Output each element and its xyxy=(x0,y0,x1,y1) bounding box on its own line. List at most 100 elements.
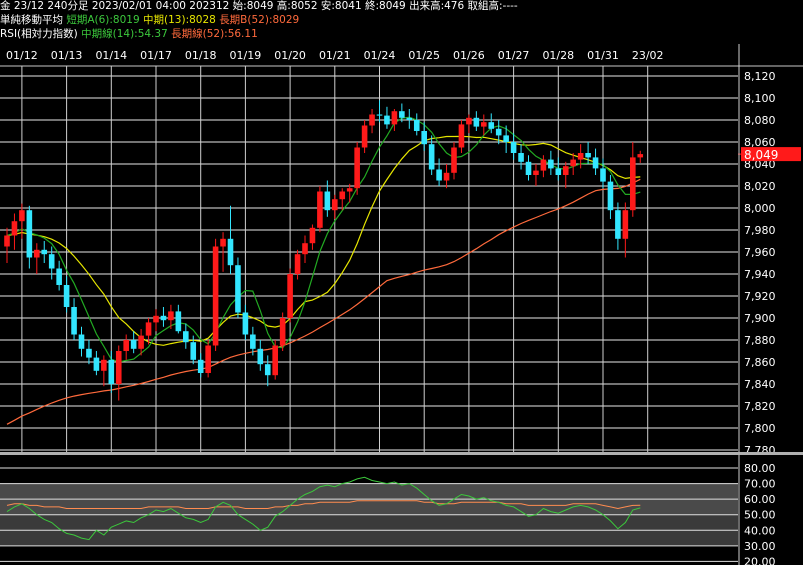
price-tick-label: 7,820 xyxy=(744,400,776,413)
ma-long-line xyxy=(6,178,641,425)
price-tick-label: 8,080 xyxy=(744,114,776,127)
candle-body xyxy=(570,159,576,167)
candle-body xyxy=(272,345,278,376)
date-label: 01/25 xyxy=(408,49,440,62)
rsi-tick-label: 80.00 xyxy=(744,462,776,475)
rsi-tick-label: 40.00 xyxy=(744,524,776,537)
candle-body xyxy=(197,359,204,373)
candle-body xyxy=(346,188,353,192)
price-tick-label: 7,900 xyxy=(744,312,776,325)
candle-body xyxy=(503,135,509,142)
candle-body xyxy=(294,254,301,274)
candle-body xyxy=(287,274,293,318)
date-label: 01/14 xyxy=(95,49,127,62)
candle-body xyxy=(48,254,55,269)
date-label: 01/21 xyxy=(319,49,351,62)
candle-body xyxy=(78,334,85,349)
candle-body xyxy=(11,221,18,236)
candle-body xyxy=(257,348,264,365)
candle-body xyxy=(562,166,569,175)
candle-body xyxy=(220,238,226,247)
candle-body xyxy=(361,125,368,148)
candle-body xyxy=(71,307,77,335)
candle-body xyxy=(488,122,495,129)
rsi-tick-label: 60.00 xyxy=(744,493,776,506)
candle-body xyxy=(473,117,480,127)
candle-body xyxy=(555,168,562,175)
candle-body xyxy=(600,168,606,182)
candle-body xyxy=(56,268,62,285)
date-label: 01/18 xyxy=(185,49,217,62)
candle-body xyxy=(406,117,413,120)
candle-body xyxy=(317,191,323,228)
candle-body xyxy=(34,249,40,258)
candle-body xyxy=(250,334,256,349)
candle-body xyxy=(391,111,398,125)
candle-body xyxy=(183,331,189,343)
date-label: 01/13 xyxy=(51,49,83,62)
candle-body xyxy=(458,124,465,148)
candle-body xyxy=(637,154,644,158)
candle-body xyxy=(175,311,182,332)
price-tick-label: 7,960 xyxy=(744,246,776,259)
candle-body xyxy=(540,159,547,171)
date-label: 01/27 xyxy=(498,49,530,62)
candle-body xyxy=(205,345,211,373)
candle-body xyxy=(108,359,115,384)
candle-body xyxy=(309,227,316,244)
candle-body xyxy=(63,285,70,307)
candle-body xyxy=(153,315,159,323)
date-label: 01/20 xyxy=(274,49,306,62)
candle-body xyxy=(510,142,517,153)
rsi-tick-label: 30.00 xyxy=(744,540,776,553)
candle-body xyxy=(428,144,435,170)
rsi-tick-label: 70.00 xyxy=(744,478,776,491)
candle-body xyxy=(160,315,167,321)
candle-body xyxy=(585,153,591,158)
price-tick-label: 7,860 xyxy=(744,356,776,369)
date-label: 01/24 xyxy=(364,49,396,62)
candle-body xyxy=(443,172,450,181)
price-tick-label: 8,120 xyxy=(744,70,776,83)
candle-body xyxy=(93,357,100,371)
rsi-tick-label: 20.00 xyxy=(744,555,776,565)
date-label: 01/31 xyxy=(587,49,619,62)
candle-body xyxy=(339,191,346,200)
candle-body xyxy=(190,342,197,360)
price-tick-label: 7,980 xyxy=(744,224,776,237)
price-chart[interactable]: 01/12 01/13 01/14 01/17 01/18 01/19 01/20 01/21… xyxy=(0,0,803,565)
date-label: 01/17 xyxy=(140,49,172,62)
candle-body xyxy=(279,318,286,346)
candle-body xyxy=(525,161,532,175)
date-label: 01/19 xyxy=(230,49,262,62)
price-tick-label: 7,780 xyxy=(744,444,776,457)
candle-body xyxy=(399,111,405,118)
candle-body xyxy=(436,169,442,181)
candle-body xyxy=(548,159,554,169)
candle-body xyxy=(518,153,524,162)
candle-body xyxy=(41,249,48,255)
candle-body xyxy=(466,117,472,125)
candle-body xyxy=(86,348,92,358)
date-label: 23/02 xyxy=(632,49,664,62)
candle-body xyxy=(242,312,249,335)
candle-body xyxy=(227,238,234,266)
candle-body xyxy=(451,147,457,173)
date-label: 01/12 xyxy=(6,49,38,62)
candle-body xyxy=(138,335,144,349)
candle-body xyxy=(369,114,375,126)
price-tick-label: 7,920 xyxy=(744,290,776,303)
candle-body xyxy=(332,199,338,211)
candle-body xyxy=(615,210,621,239)
candle-body xyxy=(26,210,33,258)
candle-body xyxy=(19,210,25,222)
candle-body xyxy=(115,351,122,384)
candle-body xyxy=(354,147,360,189)
candle-body xyxy=(577,153,584,160)
candle-body xyxy=(145,322,152,336)
candle-body xyxy=(130,340,137,349)
candle-body xyxy=(533,170,539,175)
price-tick-label: 7,880 xyxy=(744,334,776,347)
price-tick-label: 7,840 xyxy=(744,378,776,391)
price-tick-label: 7,940 xyxy=(744,268,776,281)
